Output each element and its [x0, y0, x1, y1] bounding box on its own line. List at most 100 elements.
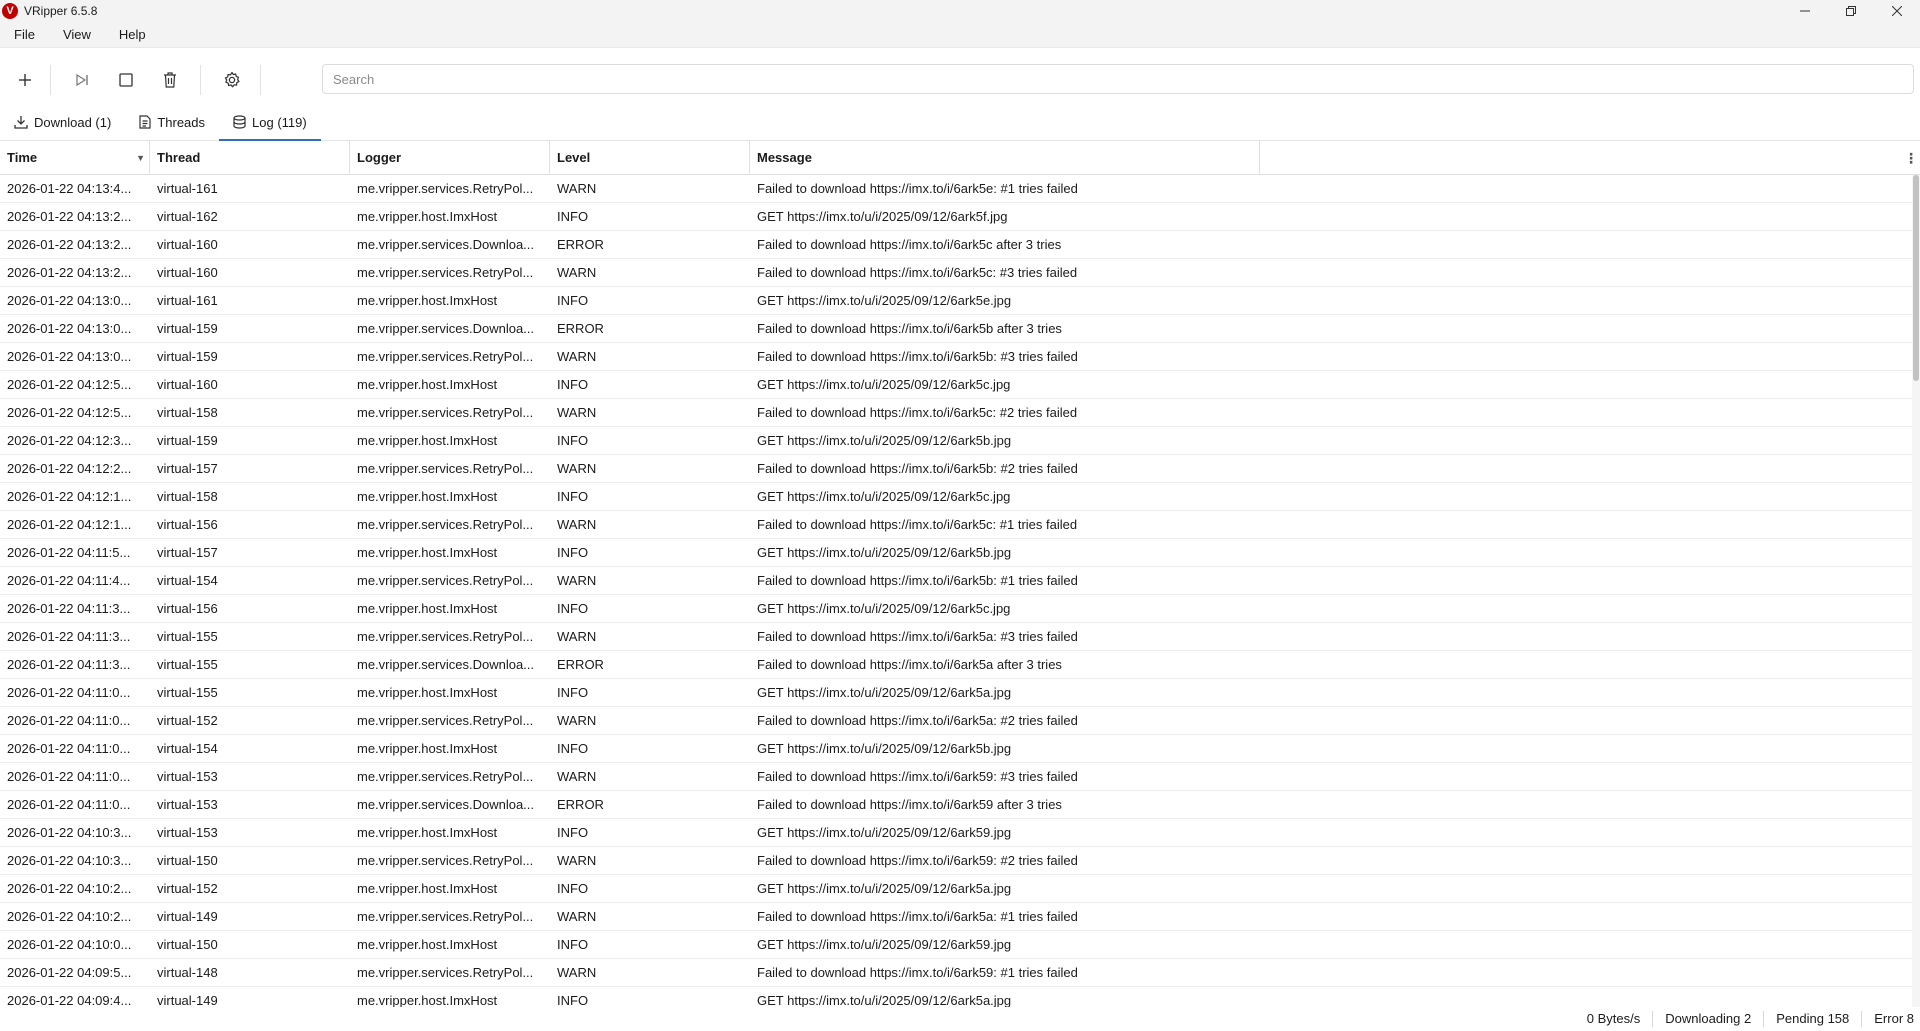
gear-icon [224, 71, 240, 88]
cell-logger: me.vripper.host.ImxHost [357, 685, 498, 700]
column-header-level[interactable]: Level [550, 141, 750, 174]
cell-logger: me.vripper.services.RetryPol... [357, 769, 534, 784]
cell-thread: virtual-156 [157, 517, 218, 532]
table-row[interactable]: 2026-01-22 04:13:0... virtual-159 me.vripp… [0, 343, 1920, 371]
table-row[interactable]: 2026-01-22 04:11:0... virtual-154 me.vripp… [0, 735, 1920, 763]
table-row[interactable]: 2026-01-22 04:11:3... virtual-155 me.vripp… [0, 623, 1920, 651]
close-icon[interactable] [1874, 0, 1920, 22]
cell-thread: virtual-160 [157, 377, 218, 392]
cell-level: WARN [557, 573, 597, 588]
skip-forward-icon [76, 73, 88, 87]
table-row[interactable]: 2026-01-22 04:12:5... virtual-160 me.vripp… [0, 371, 1920, 399]
table-row[interactable]: 2026-01-22 04:11:0... virtual-153 me.vripp… [0, 763, 1920, 791]
table-row[interactable]: 2026-01-22 04:11:4... virtual-154 me.vripp… [0, 567, 1920, 595]
cell-level: WARN [557, 405, 597, 420]
cell-level: INFO [557, 293, 589, 308]
cell-level: ERROR [557, 237, 604, 252]
cell-time: 2026-01-22 04:13:0... [7, 321, 132, 336]
cell-level: INFO [557, 489, 589, 504]
cell-thread: virtual-162 [157, 209, 218, 224]
table-row[interactable]: 2026-01-22 04:11:0... virtual-152 me.vripp… [0, 707, 1920, 735]
table-row[interactable]: 2026-01-22 04:13:2... virtual-162 me.vripp… [0, 203, 1920, 231]
tab-log[interactable]: Log (119) [219, 104, 321, 141]
column-header-time[interactable]: Time ▼ [0, 141, 150, 174]
database-icon [233, 115, 246, 129]
cell-level: ERROR [557, 797, 604, 812]
table-row[interactable]: 2026-01-22 04:13:2... virtual-160 me.vripp… [0, 259, 1920, 287]
app-logo-icon: V [2, 3, 18, 19]
table-row[interactable]: 2026-01-22 04:12:1... virtual-158 me.vripp… [0, 483, 1920, 511]
cell-logger: me.vripper.services.Downloa... [357, 657, 535, 672]
column-header-thread[interactable]: Thread [150, 141, 350, 174]
table-row[interactable]: 2026-01-22 04:10:2... virtual-152 me.vripp… [0, 875, 1920, 903]
restore-icon[interactable] [1828, 0, 1874, 22]
cell-message: Failed to download https://imx.to/i/6ark… [757, 517, 1078, 532]
tab-threads[interactable]: Threads [125, 104, 219, 140]
tab-download[interactable]: Download (1) [0, 104, 125, 140]
cell-message: Failed to download https://imx.to/i/6ark… [757, 321, 1062, 336]
cell-logger: me.vripper.host.ImxHost [357, 433, 498, 448]
tab-bar: Download (1) Threads Log (119) [0, 104, 1920, 141]
minimize-icon[interactable] [1782, 0, 1828, 22]
table-row[interactable]: 2026-01-22 04:11:3... virtual-156 me.vripp… [0, 595, 1920, 623]
cell-logger: me.vripper.services.Downloa... [357, 797, 535, 812]
table-row[interactable]: 2026-01-22 04:10:3... virtual-153 me.vripp… [0, 819, 1920, 847]
table-row[interactable]: 2026-01-22 04:13:2... virtual-160 me.vripp… [0, 231, 1920, 259]
table-row[interactable]: 2026-01-22 04:13:0... virtual-161 me.vripp… [0, 287, 1920, 315]
cell-message: GET https://imx.to/u/i/2025/09/12/6ark5c… [757, 601, 1011, 616]
settings-button[interactable] [210, 62, 254, 98]
table-row[interactable]: 2026-01-22 04:10:2... virtual-149 me.vripp… [0, 903, 1920, 931]
table-row[interactable]: 2026-01-22 04:10:3... virtual-150 me.vripp… [0, 847, 1920, 875]
window-title: VRipper 6.5.8 [24, 4, 98, 18]
stop-button[interactable] [104, 62, 148, 98]
cell-time: 2026-01-22 04:11:3... [7, 601, 131, 616]
table-row[interactable]: 2026-01-22 04:12:2... virtual-157 me.vripp… [0, 455, 1920, 483]
table-row[interactable]: 2026-01-22 04:10:0... virtual-150 me.vripp… [0, 931, 1920, 959]
cell-level: INFO [557, 993, 589, 1008]
cell-logger: me.vripper.services.RetryPol... [357, 349, 534, 364]
start-button[interactable] [60, 62, 104, 98]
cell-message: GET https://imx.to/u/i/2025/09/12/6ark5f… [757, 209, 1008, 224]
scrollbar-thumb[interactable] [1913, 175, 1919, 381]
window-controls [1782, 0, 1920, 22]
cell-time: 2026-01-22 04:11:3... [7, 657, 131, 672]
table-row[interactable]: 2026-01-22 04:13:0... virtual-159 me.vripp… [0, 315, 1920, 343]
table-row[interactable]: 2026-01-22 04:11:5... virtual-157 me.vripp… [0, 539, 1920, 567]
cell-thread: virtual-150 [157, 937, 218, 952]
cell-logger: me.vripper.host.ImxHost [357, 293, 498, 308]
cell-level: WARN [557, 517, 597, 532]
cell-logger: me.vripper.host.ImxHost [357, 489, 498, 504]
cell-logger: me.vripper.services.RetryPol... [357, 909, 534, 924]
table-row[interactable]: 2026-01-22 04:11:3... virtual-155 me.vripp… [0, 651, 1920, 679]
tab-threads-label: Threads [157, 114, 206, 130]
cell-message: GET https://imx.to/u/i/2025/09/12/6ark59… [757, 825, 1012, 840]
cell-level: WARN [557, 349, 597, 364]
cell-time: 2026-01-22 04:11:5... [7, 545, 131, 560]
cell-time: 2026-01-22 04:10:0... [7, 937, 132, 952]
status-downloading: Downloading 2 [1652, 1011, 1763, 1027]
table-row[interactable]: 2026-01-22 04:09:5... virtual-148 me.vripp… [0, 959, 1920, 987]
table-row[interactable]: 2026-01-22 04:12:1... virtual-156 me.vripp… [0, 511, 1920, 539]
cell-thread: virtual-157 [157, 545, 218, 560]
cell-level: WARN [557, 713, 597, 728]
menu-view[interactable]: View [49, 27, 105, 42]
delete-button[interactable] [148, 62, 192, 98]
menu-file[interactable]: File [0, 27, 49, 42]
table-row[interactable]: 2026-01-22 04:11:0... virtual-153 me.vripp… [0, 791, 1920, 819]
cell-logger: me.vripper.host.ImxHost [357, 209, 498, 224]
column-header-message[interactable]: Message [750, 141, 1260, 174]
table-row[interactable]: 2026-01-22 04:11:0... virtual-155 me.vripp… [0, 679, 1920, 707]
add-button[interactable] [3, 62, 47, 98]
cell-logger: me.vripper.services.RetryPol... [357, 517, 534, 532]
table-row[interactable]: 2026-01-22 04:12:5... virtual-158 me.vripp… [0, 399, 1920, 427]
menu-help[interactable]: Help [105, 27, 160, 42]
column-menu-icon[interactable]: ⋮ [1904, 150, 1918, 167]
table-row[interactable]: 2026-01-22 04:13:4... virtual-161 me.vripp… [0, 175, 1920, 203]
cell-level: ERROR [557, 657, 604, 672]
table-row[interactable]: 2026-01-22 04:09:4... virtual-149 me.vripp… [0, 987, 1920, 1008]
table-row[interactable]: 2026-01-22 04:12:3... virtual-159 me.vripp… [0, 427, 1920, 455]
cell-logger: me.vripper.services.RetryPol... [357, 713, 534, 728]
column-header-logger[interactable]: Logger [350, 141, 550, 174]
search-input[interactable] [322, 64, 1914, 94]
cell-time: 2026-01-22 04:13:0... [7, 349, 132, 364]
